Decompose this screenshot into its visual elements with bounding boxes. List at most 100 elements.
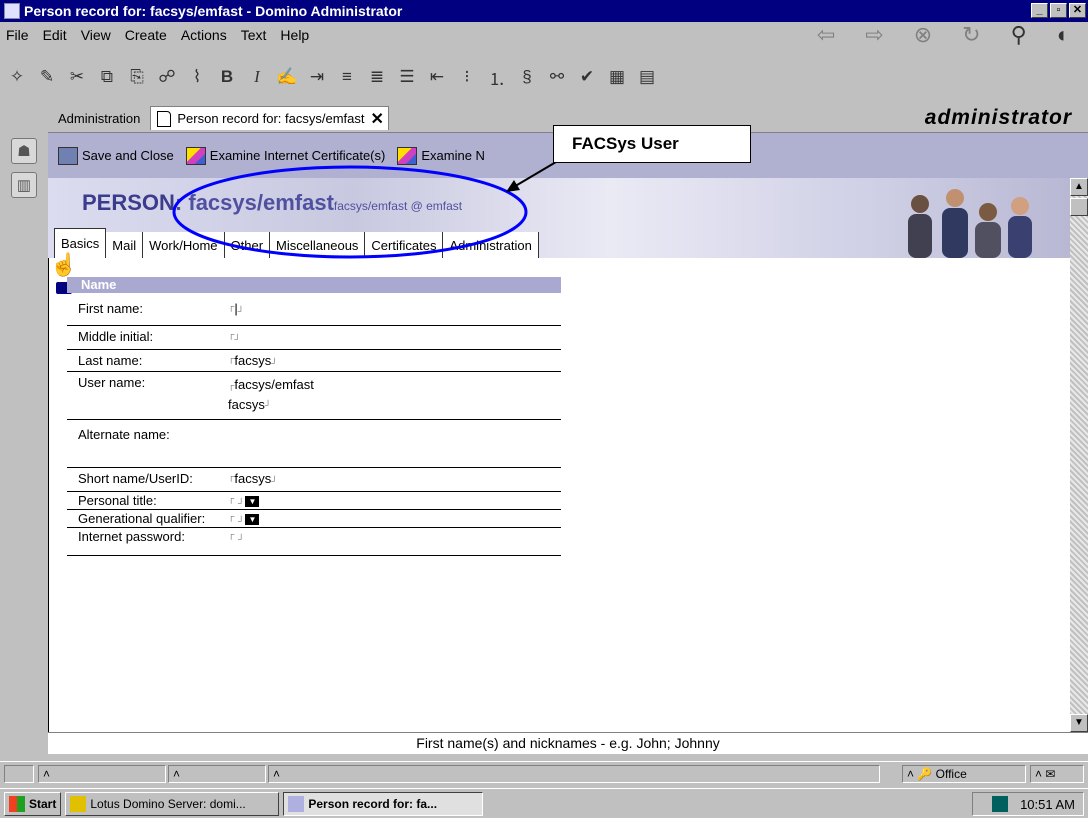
back-icon[interactable]: ⇦ — [817, 22, 835, 48]
tab-work-home[interactable]: Work/Home — [143, 232, 225, 258]
location-label: Office — [935, 767, 967, 781]
tab-certificates[interactable]: Certificates — [365, 232, 444, 258]
table-icon[interactable]: ▦ — [604, 64, 630, 90]
generational-qualifier-field[interactable]: ┌ ┘ ▼ — [228, 511, 260, 526]
windows-logo-icon — [9, 795, 25, 812]
menu-help[interactable]: Help — [280, 27, 309, 43]
start-button[interactable]: Start — [4, 791, 62, 816]
link-icon[interactable]: ⚯ — [544, 64, 570, 90]
minimize-button[interactable]: _ — [1031, 3, 1048, 18]
database-icon[interactable]: ▥ — [11, 172, 37, 198]
tab-other[interactable]: Other — [224, 232, 271, 258]
left-rail: ☗ ▥ — [0, 132, 48, 762]
middle-initial-field[interactable]: ┌┘ — [228, 329, 241, 344]
menu-edit[interactable]: Edit — [43, 27, 67, 43]
outdent-icon[interactable]: ⇤ — [424, 64, 450, 90]
edit-icon[interactable]: ✎ — [34, 64, 60, 90]
save-and-close-label: Save and Close — [82, 148, 174, 163]
people-image — [908, 189, 1032, 258]
clock: 10:51 AM — [1020, 796, 1075, 812]
examine-notes-button[interactable]: Examine N — [397, 146, 485, 165]
certificate-icon — [185, 146, 206, 165]
align-left-icon[interactable]: ≡ — [334, 64, 360, 90]
internet-password-field[interactable]: ┌ ┘ — [228, 529, 244, 544]
dropdown-arrow-icon[interactable]: ▼ — [245, 514, 260, 526]
status-segment[interactable]: ˄ — [38, 765, 166, 783]
bullets-icon[interactable]: ⁝ — [454, 64, 480, 90]
field-help-text: First name(s) and nicknames - e.g. John;… — [48, 732, 1088, 754]
internet-password-label: Internet password: — [78, 529, 185, 544]
properties-icon[interactable]: ▤ — [634, 64, 660, 90]
hotspot-icon[interactable]: ☍ — [154, 64, 180, 90]
menu-create[interactable]: Create — [125, 27, 167, 43]
examine-internet-button[interactable]: Examine Internet Certificate(s) — [185, 146, 386, 165]
task-person-record[interactable]: Person record for: fa... — [283, 791, 484, 816]
menu-view[interactable]: View — [81, 27, 111, 43]
search-icon[interactable]: ⚲ — [1011, 22, 1027, 48]
close-tab-icon[interactable]: ✕ — [371, 109, 384, 129]
indent-icon[interactable]: ⇥ — [304, 64, 330, 90]
cut-icon[interactable]: ✂ — [64, 64, 90, 90]
status-message[interactable]: ˄ — [268, 765, 880, 783]
align-right-icon[interactable]: ☰ — [394, 64, 420, 90]
tray-app-icon[interactable] — [992, 796, 1009, 812]
tab-administration-doc[interactable]: Administration — [443, 232, 539, 258]
field-row-first-name: First name: ┌|┘ — [67, 298, 561, 326]
tab-person-record[interactable]: Person record for: facsys/emfast ✕ — [150, 106, 389, 130]
tab-administration[interactable]: Administration — [48, 106, 150, 130]
scroll-thumb[interactable] — [1070, 198, 1088, 216]
navigator-icon[interactable]: ✧ — [4, 64, 30, 90]
italic-icon[interactable]: I — [244, 64, 270, 90]
window-title: Person record for: facsys/emfast - Domin… — [24, 3, 403, 19]
key-icon: 🔑 — [917, 767, 933, 781]
bookmark-icon[interactable]: ☗ — [11, 138, 37, 164]
maximize-button[interactable]: ▫ — [1050, 3, 1067, 18]
copy-icon[interactable]: ⧉ — [94, 64, 120, 90]
tab-miscellaneous[interactable]: Miscellaneous — [270, 232, 366, 258]
paste-icon[interactable]: ⎘ — [124, 64, 150, 90]
personal-title-label: Personal title: — [78, 493, 157, 508]
vertical-scrollbar[interactable]: ▲ ▼ — [1070, 178, 1088, 732]
highlight-icon[interactable]: ✍ — [274, 64, 300, 90]
mail-status[interactable]: ˄ ✉ — [1030, 765, 1084, 783]
first-name-label: First name: — [78, 301, 144, 316]
dropdown-arrow-icon[interactable]: ▼ — [245, 496, 260, 508]
short-name-label: Short name/UserID: — [78, 471, 193, 486]
examine-internet-label: Examine Internet Certificate(s) — [209, 148, 386, 163]
task-person-label: Person record for: fa... — [308, 796, 438, 811]
status-segment[interactable]: ˄ — [168, 765, 266, 783]
location-selector[interactable]: ˄ 🔑 Office — [902, 765, 1026, 783]
refresh-icon[interactable]: ↻ — [962, 22, 980, 48]
scroll-down-icon[interactable]: ▼ — [1070, 714, 1088, 732]
scroll-up-icon[interactable]: ▲ — [1070, 178, 1088, 196]
bold-icon[interactable]: B — [214, 64, 240, 90]
spell-check-icon[interactable]: ✔ — [574, 64, 600, 90]
system-tray: 10:51 AM — [972, 792, 1084, 816]
numbers-icon[interactable]: ⒈ — [484, 64, 510, 90]
globe-icon[interactable]: ◐ — [1057, 22, 1070, 48]
stop-icon[interactable]: ⊗ — [914, 22, 932, 48]
styles-icon[interactable]: § — [514, 64, 540, 90]
personal-title-field[interactable]: ┌ ┘ ▼ — [228, 493, 260, 508]
domino-server-icon — [70, 795, 87, 812]
align-center-icon[interactable]: ≣ — [364, 64, 390, 90]
user-name-field[interactable]: ┌facsys/emfast facsys┘ — [228, 375, 314, 415]
tab-person-label: Person record for: facsys/emfast — [177, 111, 365, 126]
menu-file[interactable]: File — [6, 27, 29, 43]
task-domino-server[interactable]: Lotus Domino Server: domi... — [65, 791, 280, 816]
first-name-field[interactable]: ┌|┘ — [228, 301, 244, 316]
save-and-close-button[interactable]: Save and Close — [58, 146, 174, 165]
field-row-short-name: Short name/UserID: ┌facsys┘ — [67, 468, 561, 492]
tab-mail[interactable]: Mail — [106, 232, 144, 258]
record-type: PERSON — [82, 190, 175, 215]
attach-icon[interactable]: ⌇ — [184, 64, 210, 90]
forward-icon[interactable]: ⇨ — [865, 22, 883, 48]
section-name-header: Name — [67, 277, 561, 293]
short-name-field[interactable]: ┌facsys┘ — [228, 471, 278, 486]
person-title: PERSON: facsys/emfastfacsys/emfast @ emf… — [82, 190, 462, 216]
last-name-field[interactable]: ┌facsys┘ — [228, 353, 278, 368]
menu-text[interactable]: Text — [241, 27, 267, 43]
menu-actions[interactable]: Actions — [181, 27, 227, 43]
close-button[interactable]: ✕ — [1069, 3, 1086, 18]
last-name-label: Last name: — [78, 353, 143, 368]
